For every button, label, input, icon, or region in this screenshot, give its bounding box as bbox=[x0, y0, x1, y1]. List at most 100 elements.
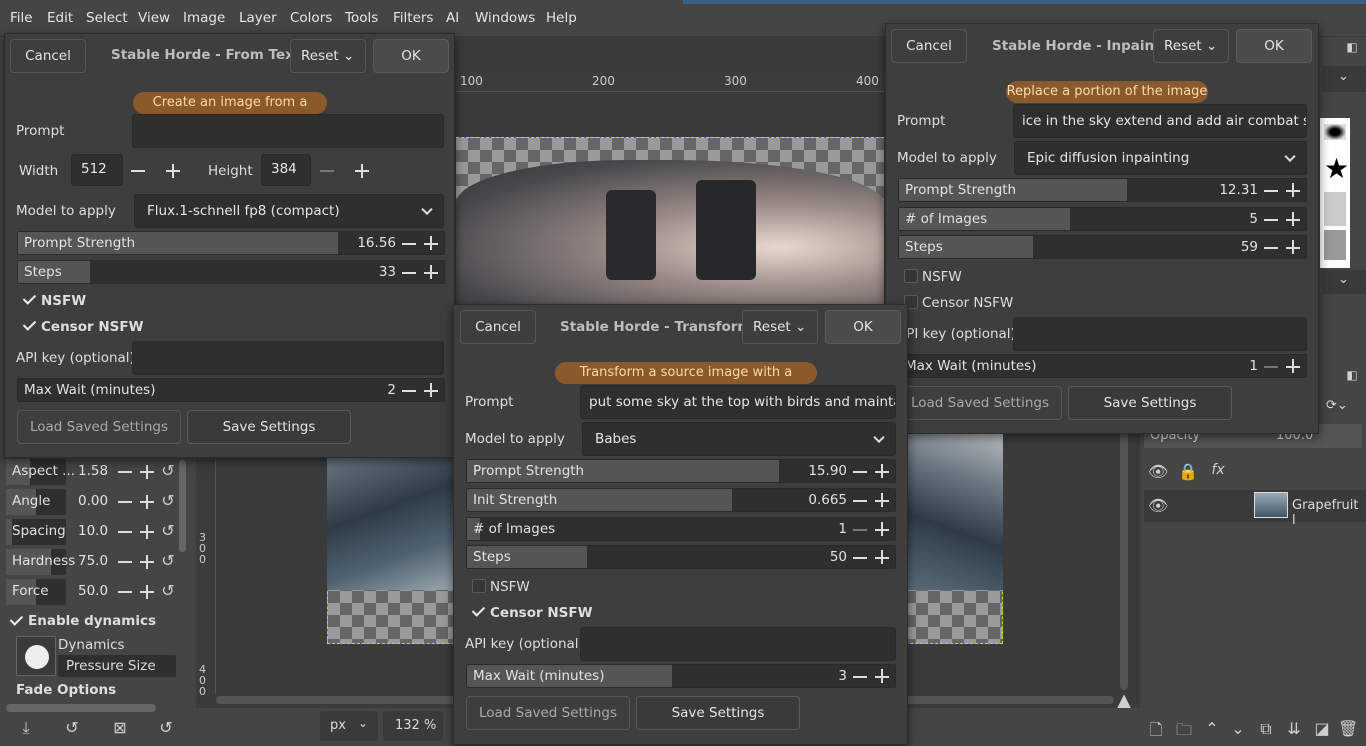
init-strength-slider[interactable]: Init Strength 0.665 bbox=[466, 488, 896, 512]
effects-icon[interactable]: fx bbox=[1208, 462, 1228, 478]
nsfw-checkbox[interactable] bbox=[23, 292, 37, 306]
height-decrement-button[interactable] bbox=[316, 160, 338, 182]
prompt-strength-slider[interactable]: Prompt Strength 15.90 bbox=[466, 459, 896, 483]
tool-option-force[interactable]: Force bbox=[6, 579, 66, 605]
nsfw-checkbox[interactable] bbox=[472, 579, 486, 593]
menu-edit[interactable]: Edit bbox=[47, 10, 73, 26]
dock-menu-icon[interactable]: ◧ bbox=[1343, 368, 1361, 382]
lock-icon[interactable]: 🔒 bbox=[1178, 462, 1198, 481]
decrement-button[interactable] bbox=[114, 521, 136, 543]
menu-image[interactable]: Image bbox=[183, 10, 225, 26]
cancel-button[interactable]: Cancel bbox=[460, 310, 536, 344]
api-key-input[interactable] bbox=[132, 341, 444, 375]
increment-button[interactable] bbox=[136, 551, 158, 573]
decrement-button[interactable] bbox=[398, 232, 420, 254]
menu-filters[interactable]: Filters bbox=[393, 10, 433, 26]
steps-slider[interactable]: Steps 33 bbox=[17, 260, 445, 284]
delete-icon[interactable]: ⊠ bbox=[110, 718, 130, 737]
tool-option-angle[interactable]: Angle bbox=[6, 489, 66, 515]
cancel-button[interactable]: Cancel bbox=[891, 29, 967, 63]
width-decrement-button[interactable] bbox=[127, 160, 149, 182]
width-input[interactable]: 512 bbox=[71, 154, 123, 186]
layer-row[interactable]: 👁 Grapefruit l bbox=[1144, 490, 1366, 528]
decrement-button[interactable] bbox=[849, 489, 871, 511]
brush-list[interactable]: ★ bbox=[1320, 118, 1350, 268]
increment-button[interactable] bbox=[1282, 179, 1304, 201]
zoom-field[interactable]: 132 % bbox=[383, 711, 443, 741]
dynamics-icon[interactable] bbox=[16, 636, 56, 676]
decrement-button[interactable] bbox=[114, 461, 136, 483]
menu-help[interactable]: Help bbox=[546, 10, 577, 26]
cancel-button[interactable]: Cancel bbox=[10, 39, 86, 73]
ok-button[interactable]: OK bbox=[825, 310, 901, 344]
increment-button[interactable] bbox=[1282, 208, 1304, 230]
width-increment-button[interactable] bbox=[162, 160, 184, 182]
increment-button[interactable] bbox=[136, 491, 158, 513]
max-wait-slider[interactable]: Max Wait (minutes) 1 bbox=[898, 354, 1307, 378]
duplicate-layer-icon[interactable]: ⧉ bbox=[1256, 719, 1276, 739]
increment-button[interactable] bbox=[871, 489, 893, 511]
decrement-button[interactable] bbox=[398, 379, 420, 401]
reset-button[interactable]: Reset ⌄ bbox=[742, 310, 818, 344]
save-settings-button[interactable]: Save Settings bbox=[187, 410, 351, 444]
increment-button[interactable] bbox=[871, 665, 893, 687]
mask-icon[interactable]: ◪ bbox=[1312, 719, 1332, 738]
decrement-button[interactable] bbox=[398, 261, 420, 283]
api-key-input[interactable] bbox=[1013, 317, 1307, 351]
merge-layer-icon[interactable]: ⇊ bbox=[1284, 719, 1304, 738]
menu-layer[interactable]: Layer bbox=[239, 10, 277, 26]
refresh-combo[interactable]: ⟳⌄ bbox=[1324, 398, 1366, 420]
increment-button[interactable] bbox=[136, 461, 158, 483]
eye-icon[interactable]: 👁 bbox=[1148, 496, 1168, 515]
menu-ai[interactable]: AI bbox=[446, 10, 459, 26]
censor-nsfw-checkbox[interactable] bbox=[472, 604, 486, 618]
fade-options-label[interactable]: Fade Options bbox=[16, 682, 116, 698]
steps-slider[interactable]: Steps 59 bbox=[898, 235, 1307, 259]
increment-button[interactable] bbox=[136, 581, 158, 603]
unit-selector[interactable]: px ⌄ bbox=[320, 711, 378, 741]
max-wait-slider[interactable]: Max Wait (minutes) 3 bbox=[466, 664, 896, 688]
brush-filter-combo[interactable]: ⌄ bbox=[1322, 66, 1366, 92]
reset-icon[interactable]: ↺ bbox=[158, 581, 178, 600]
lower-layer-icon[interactable]: ⌄ bbox=[1228, 719, 1248, 738]
reset-icon[interactable]: ↺ bbox=[158, 521, 178, 540]
reset-icon[interactable]: ↺ bbox=[158, 461, 178, 480]
tool-option-spacing[interactable]: Spacing bbox=[6, 519, 66, 545]
reset-icon[interactable]: ↺ bbox=[158, 551, 178, 570]
decrement-button[interactable] bbox=[849, 460, 871, 482]
decrement-button[interactable] bbox=[1260, 355, 1282, 377]
reset-button[interactable]: Reset ⌄ bbox=[290, 39, 366, 73]
increment-button[interactable] bbox=[420, 261, 442, 283]
decrement-button[interactable] bbox=[849, 518, 871, 540]
reset-icon[interactable]: ↺ bbox=[158, 491, 178, 510]
api-key-input[interactable] bbox=[580, 627, 896, 661]
panel-scrollbar[interactable] bbox=[6, 704, 156, 712]
decrement-button[interactable] bbox=[114, 491, 136, 513]
enable-dynamics-checkbox[interactable] bbox=[10, 613, 24, 627]
tool-option-aspect[interactable]: Aspect ... bbox=[6, 459, 75, 485]
dynamics-selector[interactable]: Pressure Size bbox=[58, 655, 176, 677]
menu-select[interactable]: Select bbox=[86, 10, 128, 26]
menu-colors[interactable]: Colors bbox=[290, 10, 332, 26]
brush-combo[interactable]: ⌄ bbox=[1322, 270, 1366, 294]
save-settings-button[interactable]: Save Settings bbox=[1068, 386, 1232, 420]
model-select[interactable]: Flux.1-schnell fp8 (compact) bbox=[134, 194, 444, 228]
decrement-button[interactable] bbox=[1260, 208, 1282, 230]
increment-button[interactable] bbox=[420, 379, 442, 401]
increment-button[interactable] bbox=[1282, 236, 1304, 258]
steps-slider[interactable]: Steps 50 bbox=[466, 545, 896, 569]
reset-button[interactable]: Reset ⌄ bbox=[1153, 29, 1229, 63]
menu-view[interactable]: View bbox=[138, 10, 170, 26]
increment-button[interactable] bbox=[420, 232, 442, 254]
new-group-icon[interactable]: 🗀 bbox=[1174, 719, 1194, 746]
increment-button[interactable] bbox=[871, 546, 893, 568]
decrement-button[interactable] bbox=[849, 546, 871, 568]
menu-tools[interactable]: Tools bbox=[345, 10, 378, 26]
num-images-slider[interactable]: # of Images 1 bbox=[466, 517, 896, 541]
ok-button[interactable]: OK bbox=[373, 39, 449, 73]
ok-button[interactable]: OK bbox=[1236, 29, 1312, 63]
reset-icon[interactable]: ↺ bbox=[156, 718, 176, 737]
decrement-button[interactable] bbox=[114, 551, 136, 573]
tool-option-hardness[interactable]: Hardness bbox=[6, 549, 75, 575]
decrement-button[interactable] bbox=[114, 581, 136, 603]
